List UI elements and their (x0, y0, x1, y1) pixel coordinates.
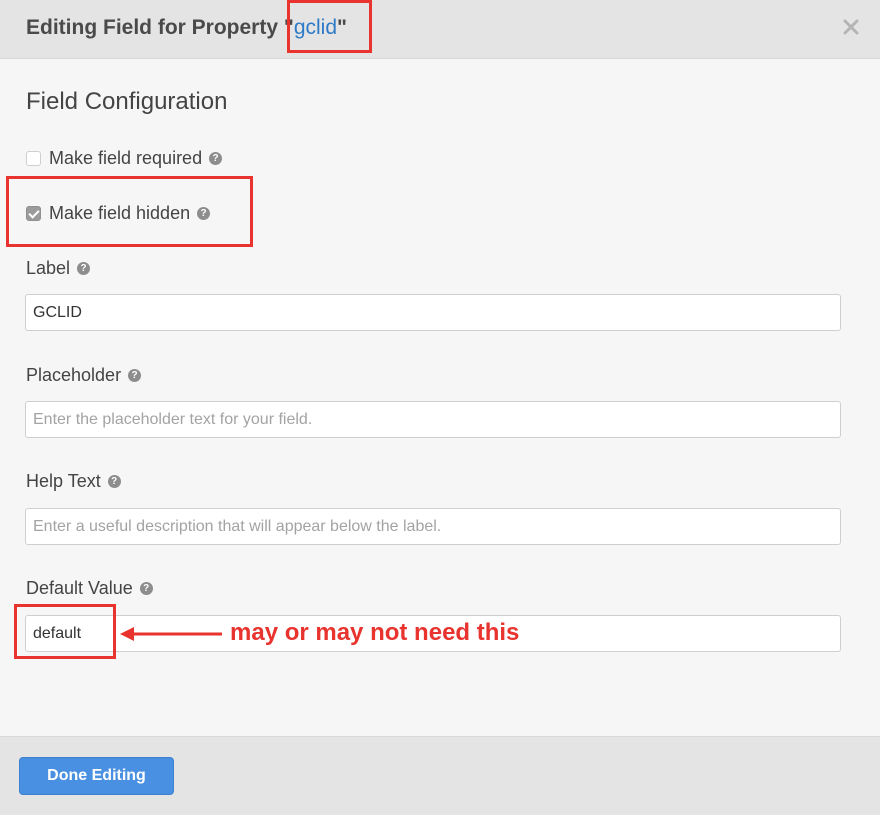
make-required-checkbox[interactable] (26, 150, 41, 166)
title-quote-open: " (283, 16, 294, 39)
help-icon[interactable]: ? (107, 475, 121, 488)
label-field-text: Label (26, 258, 71, 278)
help-text-input[interactable] (25, 508, 841, 545)
dialog-title-prefix: Editing Field for Property (26, 16, 284, 39)
make-required-label: Make field required (49, 147, 203, 168)
done-editing-button[interactable]: Done Editing (19, 757, 174, 795)
help-text-field-text: Help Text (26, 471, 101, 491)
make-hidden-checkbox[interactable] (26, 205, 41, 221)
make-hidden-row[interactable]: Make field hidden ? (26, 201, 211, 225)
default-value-field-text: Default Value (26, 578, 133, 598)
help-icon[interactable]: ? (77, 262, 91, 275)
placeholder-field-text: Placeholder (26, 365, 122, 385)
help-icon[interactable]: ? (197, 206, 211, 220)
label-input[interactable] (25, 294, 841, 331)
dialog-title: Editing Field for Property "gclid" (26, 16, 347, 40)
property-name: gclid (293, 16, 338, 39)
help-icon[interactable]: ? (209, 151, 223, 165)
section-title: Field Configuration (26, 88, 228, 115)
default-value-field-label: Default Value ? (26, 578, 153, 599)
title-quote-close: " (337, 16, 347, 39)
close-icon[interactable] (840, 14, 862, 40)
dialog-header: Editing Field for Property "gclid" (0, 0, 880, 59)
make-required-row[interactable]: Make field required ? (26, 146, 223, 170)
placeholder-input[interactable] (25, 401, 841, 438)
annotation-text: may or may not need this (230, 619, 520, 646)
placeholder-field-label: Placeholder ? (26, 365, 142, 386)
make-hidden-label: Make field hidden (49, 202, 191, 223)
help-icon[interactable]: ? (139, 582, 153, 595)
help-icon[interactable]: ? (128, 369, 142, 382)
help-text-field-label: Help Text ? (26, 471, 121, 492)
annotation-arrow-icon (120, 627, 222, 641)
label-field-label: Label ? (26, 258, 91, 279)
